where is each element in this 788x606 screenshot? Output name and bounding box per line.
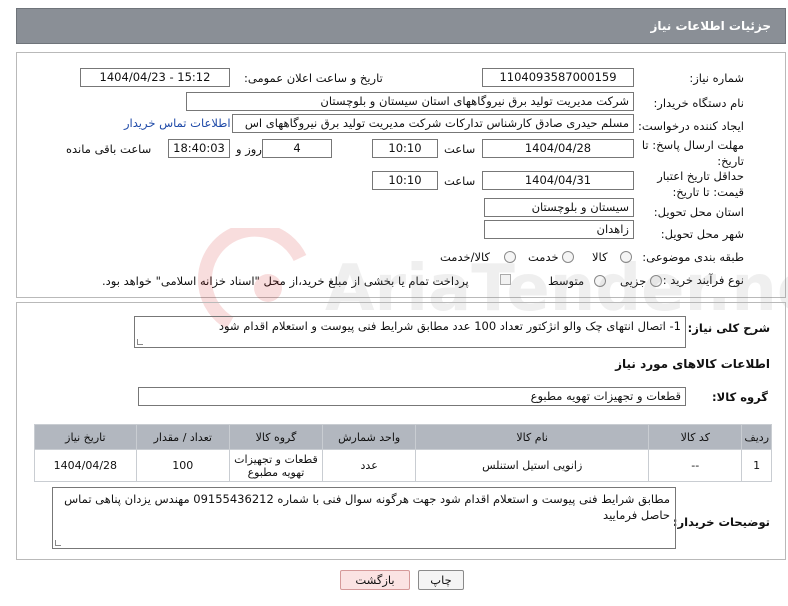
requester-field: مسلم حیدری صادق کارشناس تدارکات شرکت مدی… — [232, 114, 634, 133]
category-radio-service[interactable] — [562, 251, 574, 263]
table-header-row: ردیف کد کالا نام کالا واحد شمارش گروه کا… — [34, 424, 772, 450]
province-label: استان محل تحویل: — [653, 205, 744, 219]
category-label: طبقه بندی موضوعی: — [642, 250, 744, 264]
col-header-name: نام کالا — [415, 424, 650, 450]
need-number-label: شماره نیاز: — [689, 71, 744, 85]
price-time-label: ساعت — [444, 174, 476, 188]
cell-row: 1 — [741, 449, 772, 482]
days-field: 4 — [262, 139, 332, 158]
goods-group-field: قطعات و تجهیزات تهویه مطبوع — [138, 387, 686, 406]
col-header-row: ردیف — [741, 424, 772, 450]
category-radio-goods-service[interactable] — [504, 251, 516, 263]
col-header-date: تاریخ نیاز — [34, 424, 137, 450]
reply-date-field: 1404/04/28 — [482, 139, 634, 158]
payment-note: پرداخت تمام یا بخشی از مبلغ خرید،از محل … — [102, 274, 469, 288]
process-label: نوع فرآیند خرید : — [662, 273, 744, 287]
price-time-field: 10:10 — [372, 171, 438, 190]
general-desc-field[interactable]: 1- اتصال انتهای چک والو انژکتور تعداد 10… — [134, 316, 686, 348]
resize-handle-icon[interactable] — [137, 339, 143, 345]
process-option-medium: متوسط — [548, 274, 585, 288]
province-field: سیستان و بلوچستان — [484, 198, 634, 217]
price-validity-label: حداقل تاریخ اعتبار قیمت: تا تاریخ: — [657, 169, 744, 199]
cell-unit: عدد — [322, 449, 417, 482]
cell-date: 1404/04/28 — [34, 449, 137, 482]
reply-time-field: 10:10 — [372, 139, 438, 158]
need-number-field: 1104093587000159 — [482, 68, 634, 87]
process-option-minor: جزیی — [620, 274, 647, 288]
col-header-code: کد کالا — [648, 424, 743, 450]
print-button[interactable]: چاپ — [418, 570, 464, 590]
items-table: ردیف کد کالا نام کالا واحد شمارش گروه کا… — [34, 424, 772, 482]
goods-group-label: گروه کالا: — [712, 390, 768, 404]
buyer-org-field: شرکت مدیریت تولید برق نیروگاههای استان س… — [186, 92, 634, 111]
general-desc-label: شرح کلی نیاز: — [687, 321, 770, 335]
general-desc-text: 1- اتصال انتهای چک والو انژکتور تعداد 10… — [218, 319, 681, 333]
city-field: زاهدان — [484, 220, 634, 239]
col-header-group: گروه کالا — [228, 424, 324, 450]
days-label: روز و — [236, 142, 262, 156]
category-option-goods: کالا — [592, 250, 608, 264]
table-row[interactable]: 1 -- زانویی استیل استنلس عدد قطعات و تجه… — [34, 449, 772, 482]
cell-code: -- — [648, 449, 743, 482]
process-radio-medium[interactable] — [594, 275, 606, 287]
cell-qty: 100 — [135, 449, 230, 482]
process-radio-minor[interactable] — [650, 275, 662, 287]
requester-label: ایجاد کننده درخواست: — [638, 119, 744, 133]
buyer-contact-link[interactable]: اطلاعات تماس خریدار — [124, 116, 231, 130]
header-bar: جزئیات اطلاعات نیاز — [16, 8, 786, 44]
city-label: شهر محل تحویل: — [660, 227, 744, 241]
buyer-notes-text: مطابق شرایط فنی پیوست و استعلام اقدام شو… — [64, 492, 670, 522]
goods-info-title: اطلاعات کالاهای مورد نیاز — [615, 357, 770, 371]
buyer-notes-field[interactable]: مطابق شرایط فنی پیوست و استعلام اقدام شو… — [52, 487, 676, 549]
category-radio-goods[interactable] — [620, 251, 632, 263]
buyer-org-label: نام دستگاه خریدار: — [653, 96, 744, 110]
reply-deadline-label: مهلت ارسال پاسخ: تا تاریخ: — [641, 138, 744, 168]
category-option-service: خدمت — [528, 250, 559, 264]
treasury-checkbox[interactable] — [500, 274, 511, 285]
resize-handle-icon[interactable] — [55, 540, 61, 546]
category-option-goods-service: کالا/خدمت — [440, 250, 491, 264]
price-date-field: 1404/04/31 — [482, 171, 634, 190]
back-button[interactable]: بازگشت — [340, 570, 410, 590]
remaining-label: ساعت باقی مانده — [66, 142, 152, 156]
announce-field: 1404/04/23 - 15:12 — [80, 68, 230, 87]
cell-name: زانویی استیل استنلس — [415, 449, 650, 482]
reply-time-label: ساعت — [444, 142, 476, 156]
buyer-notes-label: توضیحات خریدار: — [672, 515, 770, 529]
col-header-unit: واحد شمارش — [322, 424, 417, 450]
remaining-time-field: 18:40:03 — [168, 139, 230, 158]
col-header-qty: تعداد / مقدار — [135, 424, 230, 450]
cell-group: قطعات و تجهیزات تهویه مطبوع — [228, 449, 324, 482]
announce-label: تاریخ و ساعت اعلان عمومی: — [244, 71, 383, 85]
page-title: جزئیات اطلاعات نیاز — [650, 19, 771, 33]
